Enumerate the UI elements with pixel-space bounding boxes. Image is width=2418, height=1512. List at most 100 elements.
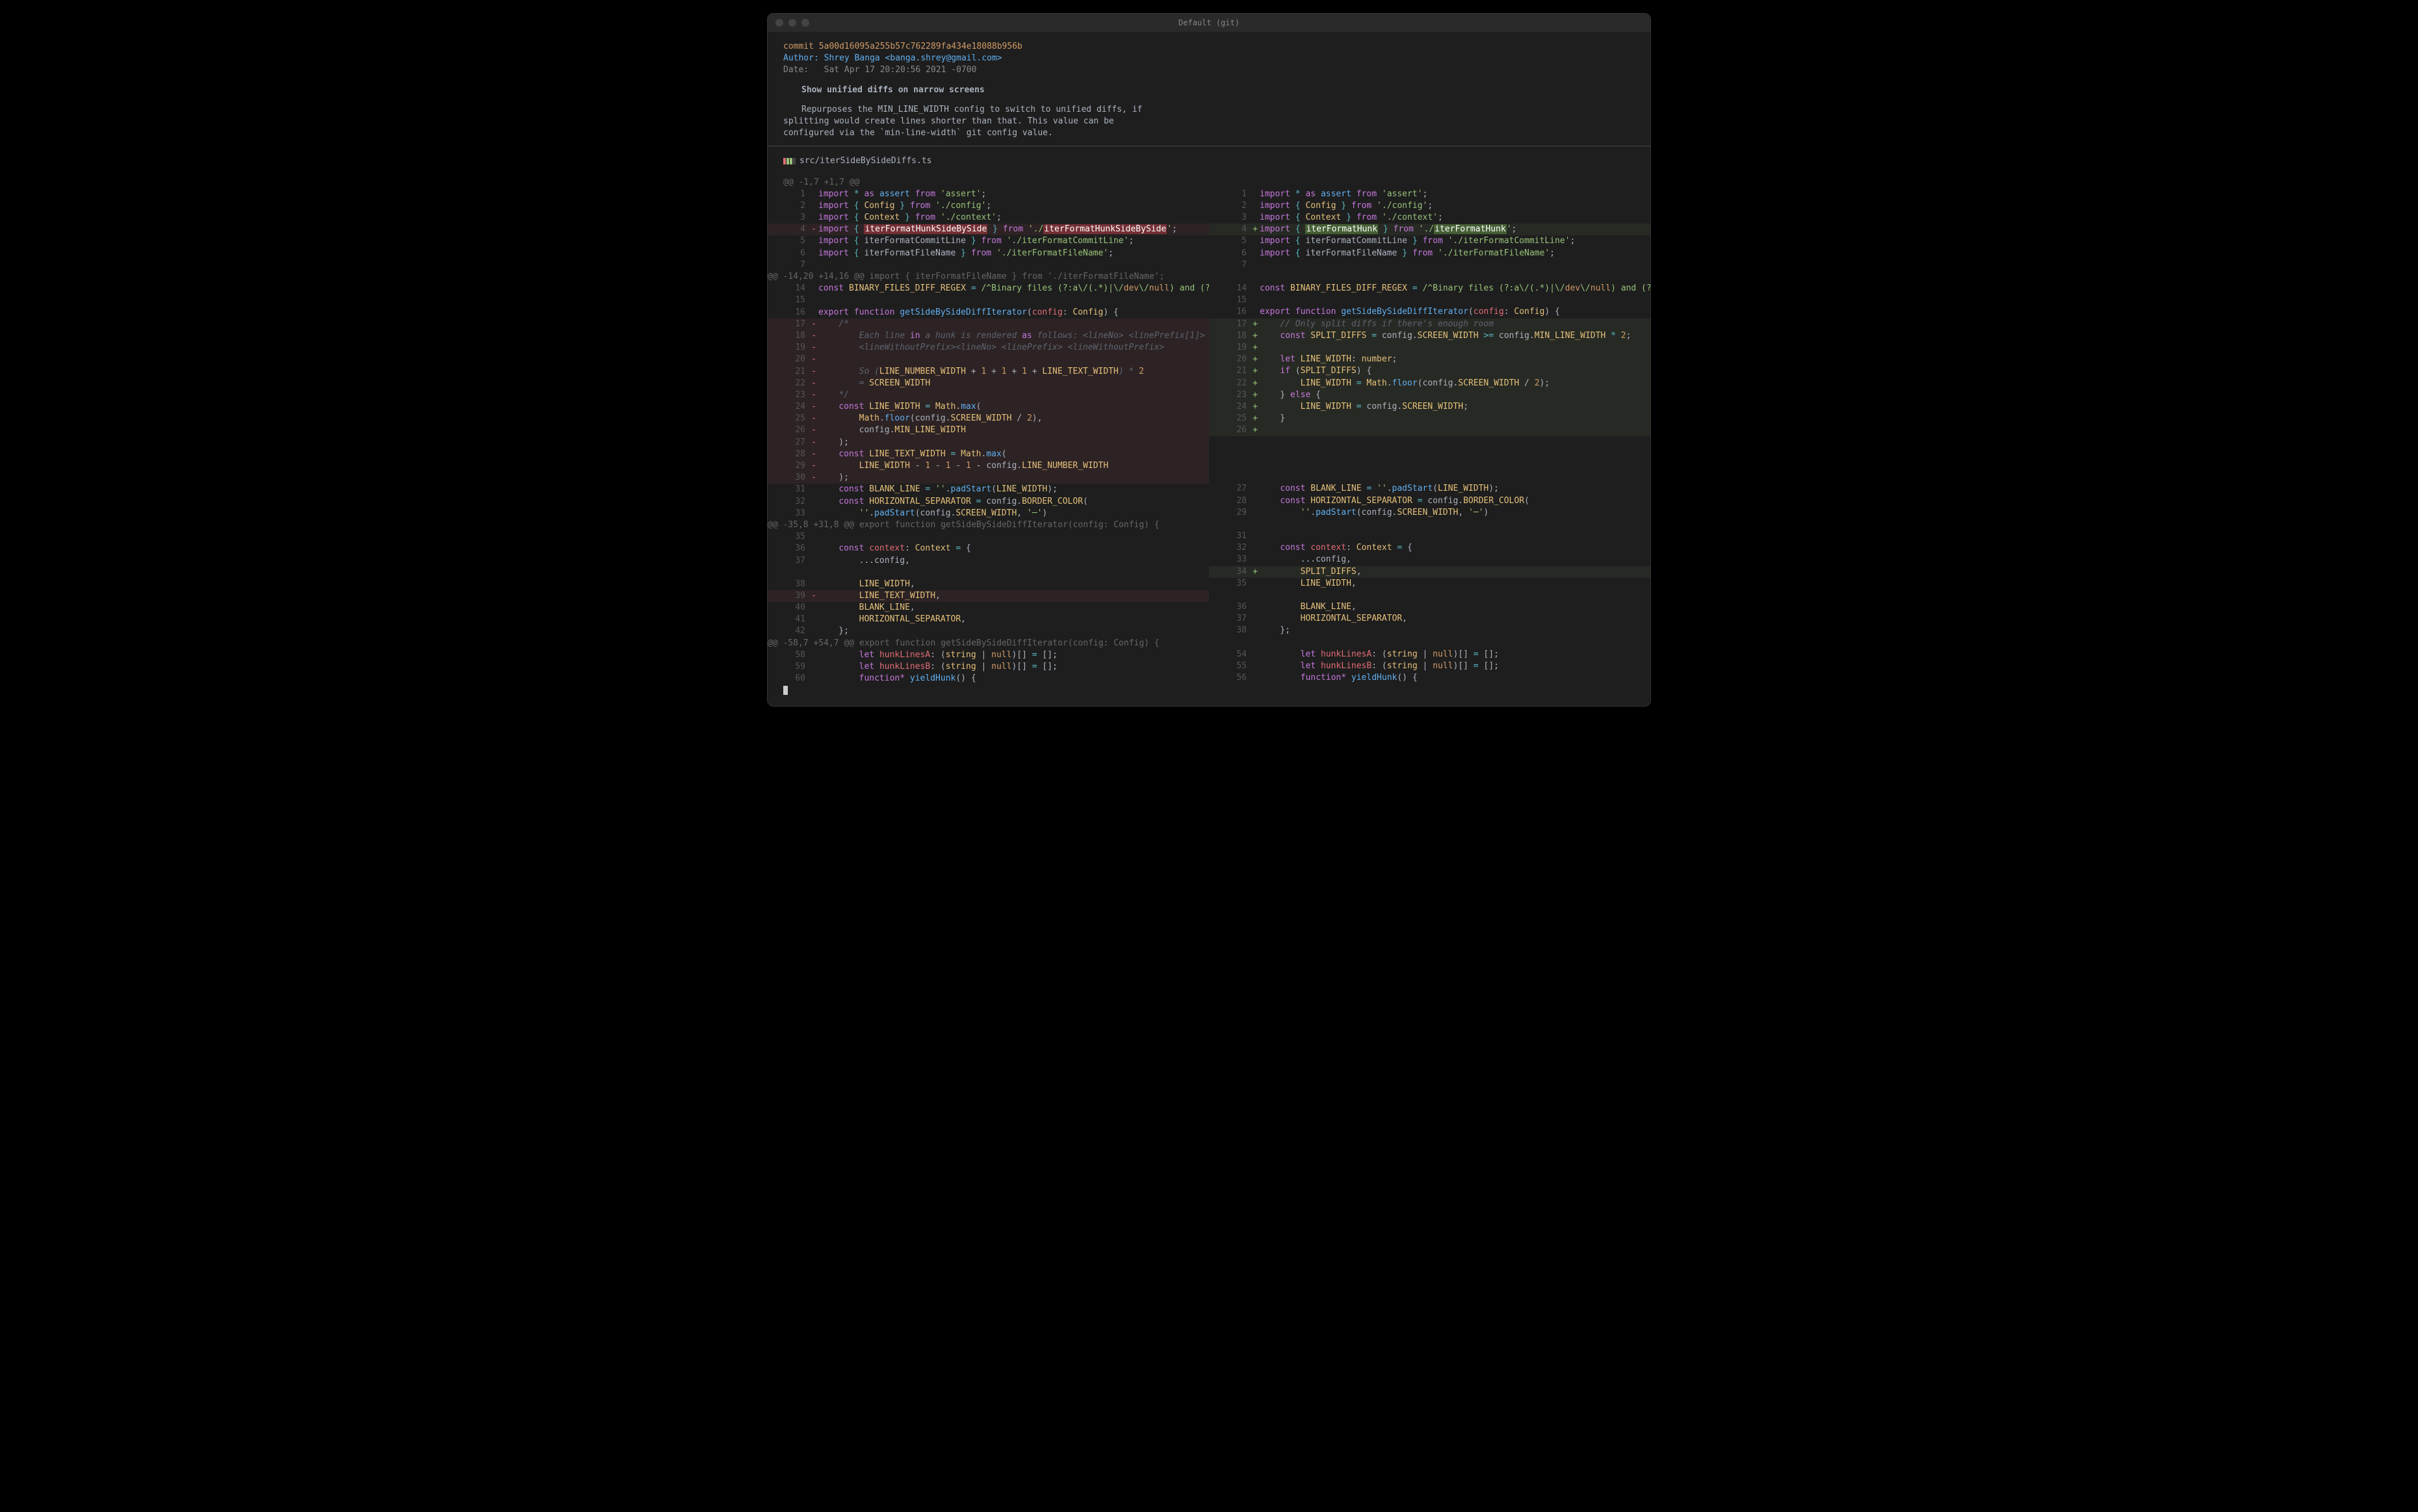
diff-marker xyxy=(1251,578,1260,590)
diff-marker: - xyxy=(809,424,818,436)
line-number: 31 xyxy=(1225,530,1251,542)
line-number: 26 xyxy=(1225,424,1251,436)
diff-marker: - xyxy=(809,413,818,424)
line-number: 21 xyxy=(1225,365,1251,377)
diff-marker xyxy=(1251,471,1260,483)
line-number: 22 xyxy=(1225,378,1251,389)
code-content: LINE_WIDTH - 1 - 1 - 1 - config.LINE_NUM… xyxy=(818,460,1209,472)
code-content xyxy=(1260,530,1650,542)
diff-marker: - xyxy=(809,449,818,460)
diff-line-context: 5 import { iterFormatCommitLine } from '… xyxy=(768,235,1209,247)
diff-line-context: 54 let hunkLinesA: (string | null)[] = [… xyxy=(1209,649,1650,660)
diff-line-context: 6 import { iterFormatFileName } from './… xyxy=(1209,248,1650,259)
diff-line-context: 28 const HORIZONTAL_SEPARATOR = config.B… xyxy=(1209,495,1650,507)
code-content: const LINE_WIDTH = Math.max( xyxy=(818,401,1209,413)
diff-line-added: 24+ LINE_WIDTH = config.SCREEN_WIDTH; xyxy=(1209,401,1650,413)
diff-marker: - xyxy=(809,460,818,472)
code-content: */ xyxy=(818,389,1209,401)
diff-line-context: 56 function* yieldHunk() { xyxy=(1209,672,1650,684)
diff-line-context: 15 xyxy=(768,294,1209,306)
code-content: } else { xyxy=(1260,389,1650,401)
line-number: 18 xyxy=(783,330,809,342)
diff-marker: + xyxy=(1251,413,1260,424)
code-content: const BINARY_FILES_DIFF_REGEX = /^Binary… xyxy=(1260,283,1650,294)
diff-line-added: 26+ xyxy=(1209,424,1650,436)
code-content: ); xyxy=(818,472,1209,484)
line-number: 25 xyxy=(783,413,809,424)
code-content: ''.padStart(config.SCREEN_WIDTH, '─') xyxy=(818,508,1209,519)
line-number: 23 xyxy=(783,389,809,401)
diff-marker xyxy=(809,212,818,224)
code-content: /* xyxy=(818,319,1209,330)
diff-line-added: 34+ SPLIT_DIFFS, xyxy=(1209,566,1650,578)
code-content: = SCREEN_WIDTH xyxy=(818,378,1209,389)
line-number: 5 xyxy=(783,235,809,247)
diff-marker xyxy=(809,248,818,259)
diff-marker xyxy=(1251,460,1260,471)
diff-marker: - xyxy=(809,389,818,401)
diff-line-context: 33 ''.padStart(config.SCREEN_WIDTH, '─') xyxy=(768,508,1209,519)
minimize-icon[interactable] xyxy=(788,19,796,27)
code-content: ''.padStart(config.SCREEN_WIDTH, '─') xyxy=(1260,507,1650,519)
code-content xyxy=(818,567,1209,579)
diff-line-deleted: 21- So (LINE_NUMBER_WIDTH + 1 + 1 + 1 + … xyxy=(768,366,1209,378)
code-content: const context: Context = { xyxy=(1260,542,1650,554)
line-number: 59 xyxy=(783,661,809,673)
code-content: const SPLIT_DIFFS = config.SCREEN_WIDTH … xyxy=(1260,330,1650,342)
diff-marker xyxy=(1251,306,1260,318)
code-content: import * as assert from 'assert'; xyxy=(818,189,1209,200)
code-content: SPLIT_DIFFS, xyxy=(1260,566,1650,578)
code-content: So (LINE_NUMBER_WIDTH + 1 + 1 + 1 + LINE… xyxy=(818,366,1209,378)
line-number: 35 xyxy=(1225,578,1251,590)
author-label: Author: xyxy=(783,53,819,63)
author-email: <banga.shrey@gmail.com> xyxy=(885,53,1002,63)
diff-line-context: 59 let hunkLinesB: (string | null)[] = [… xyxy=(768,661,1209,673)
line-number: 17 xyxy=(1225,319,1251,330)
diff-marker xyxy=(1251,660,1260,672)
diff-line-added: 25+ } xyxy=(1209,413,1650,424)
diff-line-context: 32 const context: Context = { xyxy=(1209,542,1650,554)
diff-line-context: 36 BLANK_LINE, xyxy=(1209,601,1650,613)
line-number: 2 xyxy=(783,200,809,212)
line-number: 32 xyxy=(783,496,809,508)
code-content xyxy=(818,294,1209,306)
window-title: Default (git) xyxy=(1178,18,1240,29)
code-content: export function getSideBySideDiffIterato… xyxy=(1260,306,1650,318)
line-number: 2 xyxy=(1225,200,1251,212)
diff-left-side: 1 import * as assert from 'assert';2 imp… xyxy=(768,189,1209,685)
code-content: LINE_WIDTH, xyxy=(1260,578,1650,590)
terminal-content[interactable]: commit 5a00d16095a255b57c762289fa434e180… xyxy=(768,32,1650,706)
code-content xyxy=(1260,259,1650,271)
line-number: 20 xyxy=(783,354,809,365)
diff-line-deleted: 26- config.MIN_LINE_WIDTH xyxy=(768,424,1209,436)
code-content: ...config, xyxy=(818,555,1209,567)
code-content xyxy=(1260,448,1650,460)
author-name: Shrey Banga xyxy=(824,53,880,63)
diff-line-added: 21+ if (SPLIT_DIFFS) { xyxy=(1209,365,1650,377)
diff-right-side: 1 import * as assert from 'assert';2 imp… xyxy=(1209,189,1650,685)
diff-line-deleted: 25- Math.floor(config.SCREEN_WIDTH / 2), xyxy=(768,413,1209,424)
diff-marker xyxy=(1251,259,1260,271)
diff-line-context: 27 const BLANK_LINE = ''.padStart(LINE_W… xyxy=(1209,483,1650,495)
code-content: import { Config } from './config'; xyxy=(818,200,1209,212)
line-number: 40 xyxy=(783,602,809,614)
diff-marker xyxy=(809,259,818,271)
diff-marker: + xyxy=(1251,224,1260,235)
diff-marker xyxy=(1251,200,1260,212)
line-number: 42 xyxy=(783,625,809,637)
diff-line-deleted: 28- const LINE_TEXT_WIDTH = Math.max( xyxy=(768,449,1209,460)
line-number: 3 xyxy=(1225,212,1251,224)
diff-line-added: 20+ let LINE_WIDTH: number; xyxy=(1209,354,1650,365)
line-number: 27 xyxy=(783,437,809,449)
diff-marker xyxy=(809,531,818,543)
diff-marker: + xyxy=(1251,424,1260,436)
code-content: const BINARY_FILES_DIFF_REGEX = /^Binary… xyxy=(818,283,1209,294)
code-content: import { iterFormatFileName } from './it… xyxy=(818,248,1209,259)
diff-line-empty xyxy=(1209,436,1650,448)
code-content: function* yieldHunk() { xyxy=(1260,672,1650,684)
close-icon[interactable] xyxy=(775,19,783,27)
diff-marker xyxy=(1251,436,1260,448)
zoom-icon[interactable] xyxy=(801,19,809,27)
diff-stat-icon xyxy=(783,158,796,164)
line-number: 22 xyxy=(783,378,809,389)
